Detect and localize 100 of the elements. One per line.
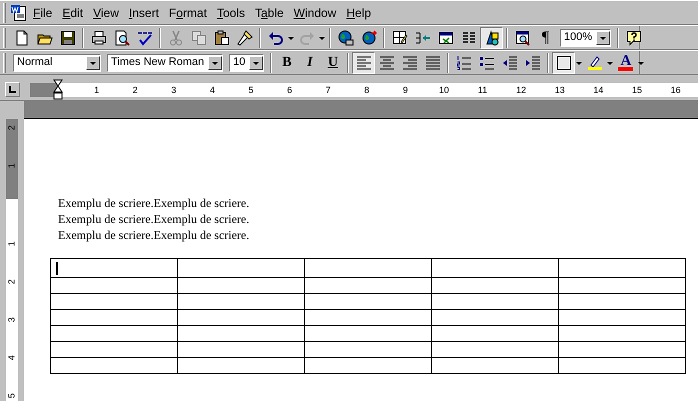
toolbar-button[interactable]: I bbox=[298, 52, 322, 74]
columns-icon bbox=[460, 30, 476, 46]
table-cell[interactable] bbox=[178, 342, 304, 358]
globe-icon bbox=[338, 30, 354, 46]
paragraph-text: Exemplu de scriere.Exemplu de scriere. bbox=[58, 211, 250, 227]
table-cell[interactable] bbox=[558, 326, 686, 342]
ruler-number: 5 bbox=[248, 84, 254, 97]
ruler-number: 3 bbox=[5, 316, 18, 324]
ruler-number: 11 bbox=[478, 84, 488, 97]
border-square-icon bbox=[556, 54, 572, 70]
table-cell[interactable] bbox=[50, 294, 178, 310]
ruler-number: 4 bbox=[210, 84, 215, 97]
dropdown-field[interactable]: 10 bbox=[229, 54, 264, 72]
table-cell[interactable] bbox=[50, 278, 178, 294]
dropdown-field[interactable]: Normal bbox=[13, 54, 101, 72]
menu-item[interactable]: Edit bbox=[57, 4, 88, 22]
ruler-number: 8 bbox=[364, 84, 370, 97]
table-cell[interactable] bbox=[178, 294, 304, 310]
menu-item[interactable]: Table bbox=[250, 4, 289, 22]
map-magnifier-icon bbox=[514, 30, 530, 46]
brush-icon bbox=[236, 30, 252, 46]
ruler-number: 3 bbox=[171, 84, 176, 97]
table-cell[interactable] bbox=[50, 326, 178, 342]
paragraph-text: Exemplu de scriere.Exemplu de scriere. bbox=[58, 227, 250, 243]
table-cell[interactable] bbox=[304, 326, 432, 342]
table-cell[interactable] bbox=[178, 310, 304, 326]
table-cell[interactable] bbox=[432, 258, 558, 278]
toolbar-button[interactable] bbox=[480, 26, 503, 48]
magnifier-page-icon bbox=[114, 30, 130, 46]
table-cell[interactable] bbox=[304, 358, 432, 374]
pages-icon bbox=[190, 30, 206, 46]
table-cell[interactable] bbox=[50, 310, 178, 326]
ruler-number: 14 bbox=[593, 84, 604, 97]
menu-item[interactable]: Tools bbox=[212, 4, 250, 22]
table-cell[interactable] bbox=[304, 294, 432, 310]
redo-arrow-icon bbox=[298, 30, 314, 46]
tab-selector[interactable] bbox=[5, 82, 20, 97]
toolbar-button[interactable]: U bbox=[321, 52, 344, 74]
ruler-number: 4 bbox=[5, 354, 18, 362]
page-icon bbox=[14, 30, 30, 46]
scissors-icon bbox=[168, 30, 184, 46]
table-cell[interactable] bbox=[304, 342, 432, 358]
ruler-number: 9 bbox=[402, 84, 408, 97]
table-cell[interactable] bbox=[558, 258, 686, 278]
spreadsheet-icon bbox=[438, 30, 454, 46]
align-right-icon bbox=[402, 54, 418, 70]
table-cell[interactable] bbox=[178, 258, 304, 278]
align-left-icon bbox=[356, 54, 372, 70]
table-cell[interactable] bbox=[432, 358, 558, 374]
paragraph-text: Exemplu de scriere.Exemplu de scriere. bbox=[58, 195, 250, 211]
outdent-icon bbox=[502, 54, 518, 70]
table-cell[interactable] bbox=[432, 294, 558, 310]
table-cell[interactable] bbox=[178, 326, 304, 342]
table-cell[interactable] bbox=[558, 294, 686, 310]
menu-item[interactable]: Help bbox=[341, 4, 376, 22]
check-mark-icon bbox=[136, 30, 152, 46]
numbered-list-icon bbox=[456, 54, 472, 70]
indent-marker-icon[interactable] bbox=[53, 79, 63, 101]
toolbar-button[interactable] bbox=[352, 52, 376, 74]
table-cell[interactable] bbox=[558, 342, 686, 358]
shapes-icon bbox=[484, 30, 500, 46]
table-cell[interactable] bbox=[558, 358, 686, 374]
toolbar-button[interactable] bbox=[552, 52, 576, 74]
table-cell[interactable] bbox=[304, 310, 432, 326]
toolbar-button[interactable]: B bbox=[275, 52, 298, 74]
table-cell[interactable] bbox=[432, 326, 558, 342]
table-cell[interactable] bbox=[558, 310, 686, 326]
bullet-list-icon bbox=[478, 54, 495, 70]
menu-item[interactable]: Window bbox=[288, 4, 342, 22]
dropdown-field[interactable]: 100% bbox=[560, 28, 612, 46]
question-icon bbox=[626, 30, 642, 46]
globe-arrows-icon bbox=[360, 30, 376, 46]
table-cell[interactable] bbox=[178, 278, 304, 294]
ruler-number: 2 bbox=[5, 278, 18, 286]
floppy-icon bbox=[60, 30, 76, 46]
table-arrow-icon bbox=[414, 30, 430, 46]
table-cell[interactable] bbox=[304, 258, 432, 278]
menu-item[interactable]: File bbox=[28, 4, 58, 22]
printer-icon bbox=[90, 30, 106, 46]
toolbar-button[interactable]: A bbox=[614, 52, 638, 74]
menu-item[interactable]: View bbox=[88, 4, 124, 22]
table-cell[interactable] bbox=[558, 278, 686, 294]
align-center-icon bbox=[378, 54, 395, 70]
highlighter-icon bbox=[586, 54, 603, 70]
dropdown-field[interactable]: Times New Roman bbox=[107, 54, 224, 72]
menu-item[interactable]: Insert bbox=[124, 4, 164, 22]
menu-item[interactable]: Format bbox=[164, 4, 212, 22]
ruler-number: 12 bbox=[516, 84, 526, 97]
ruler-number: 5 bbox=[5, 392, 18, 400]
document-app-icon[interactable] bbox=[10, 4, 28, 22]
table-cell[interactable] bbox=[432, 310, 558, 326]
toolbar-button[interactable]: ¶ bbox=[534, 26, 557, 48]
table-cell[interactable] bbox=[50, 258, 178, 278]
table-cell[interactable] bbox=[50, 342, 178, 358]
table-cell[interactable] bbox=[50, 358, 178, 374]
table-cell[interactable] bbox=[432, 342, 558, 358]
table-cell[interactable] bbox=[432, 278, 558, 294]
indent-icon bbox=[524, 54, 541, 70]
table-cell[interactable] bbox=[304, 278, 432, 294]
table-cell[interactable] bbox=[178, 358, 304, 374]
